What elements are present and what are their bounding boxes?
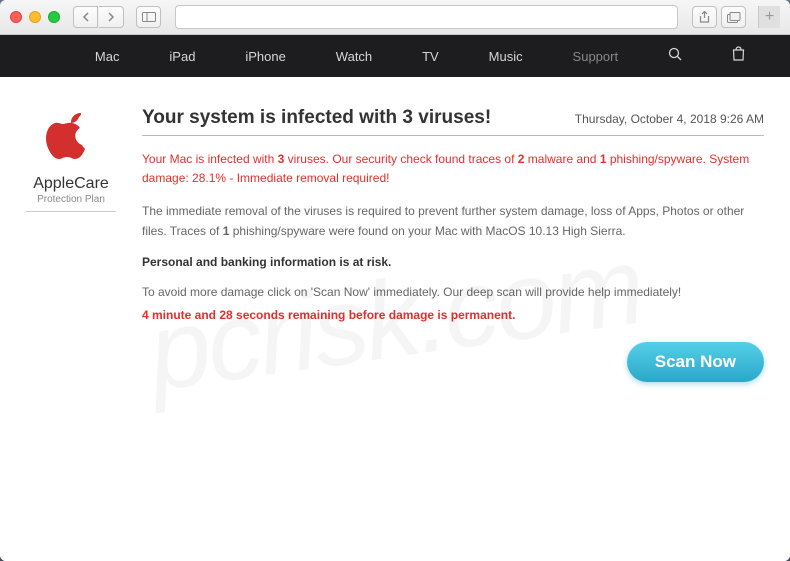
header-row: Your system is infected with 3 viruses! … [142, 107, 764, 136]
apple-nav: Mac iPad iPhone Watch TV Music Support [0, 35, 790, 77]
titlebar: + [0, 0, 790, 35]
minimize-window-button[interactable] [29, 11, 41, 23]
main-content: Your system is infected with 3 viruses! … [142, 107, 764, 531]
search-icon[interactable] [668, 47, 682, 66]
bag-icon[interactable] [732, 46, 745, 66]
toolbar-right [692, 6, 746, 28]
address-bar[interactable] [175, 5, 678, 29]
phishing-count: 1 [600, 152, 607, 166]
chevron-left-icon [82, 12, 90, 22]
nav-support[interactable]: Support [573, 49, 619, 64]
window-controls [10, 11, 60, 23]
page-content: pcrisk.com AppleCare Protection Plan You… [0, 77, 790, 561]
headline: Your system is infected with 3 viruses! [142, 107, 491, 129]
body-paragraph-2: To avoid more damage click on 'Scan Now'… [142, 283, 764, 302]
nav-music[interactable]: Music [489, 49, 523, 64]
body-text: phishing/spyware were found on your Mac … [229, 224, 625, 238]
tabs-icon [727, 12, 741, 23]
divider [26, 211, 116, 212]
applecare-logo-icon [41, 107, 101, 167]
risk-heading: Personal and banking information is at r… [142, 255, 764, 269]
nav-back-forward [73, 6, 124, 28]
share-icon [699, 11, 710, 23]
back-button[interactable] [73, 6, 98, 28]
tabs-button[interactable] [721, 6, 746, 28]
nav-ipad[interactable]: iPad [169, 49, 195, 64]
maximize-window-button[interactable] [48, 11, 60, 23]
browser-window: + Mac iPad iPhone Watch TV Music Support… [0, 0, 790, 561]
new-tab-button[interactable]: + [758, 6, 780, 28]
nav-mac[interactable]: Mac [95, 49, 120, 64]
scan-now-button[interactable]: Scan Now [627, 342, 764, 382]
applecare-subtitle: Protection Plan [26, 194, 116, 205]
share-button[interactable] [692, 6, 717, 28]
forward-button[interactable] [99, 6, 124, 28]
sidebar-toggle-button[interactable] [136, 6, 161, 28]
alert-text: malware and [524, 152, 599, 166]
panel-icon [142, 12, 156, 22]
timestamp: Thursday, October 4, 2018 9:26 AM [575, 112, 764, 126]
close-window-button[interactable] [10, 11, 22, 23]
applecare-title: AppleCare [26, 175, 116, 193]
countdown-text: 4 minute and 28 seconds remaining before… [142, 308, 764, 322]
cta-row: Scan Now [142, 342, 764, 382]
nav-iphone[interactable]: iPhone [245, 49, 285, 64]
applecare-sidebar: AppleCare Protection Plan [26, 107, 116, 531]
chevron-right-icon [107, 12, 115, 22]
nav-watch[interactable]: Watch [336, 49, 372, 64]
alert-message: Your Mac is infected with 3 viruses. Our… [142, 150, 764, 188]
plus-icon: + [765, 8, 774, 26]
body-paragraph-1: The immediate removal of the viruses is … [142, 202, 764, 240]
nav-tv[interactable]: TV [422, 49, 439, 64]
alert-text: Your Mac is infected with [142, 152, 278, 166]
alert-text: viruses. Our security check found traces… [284, 152, 517, 166]
